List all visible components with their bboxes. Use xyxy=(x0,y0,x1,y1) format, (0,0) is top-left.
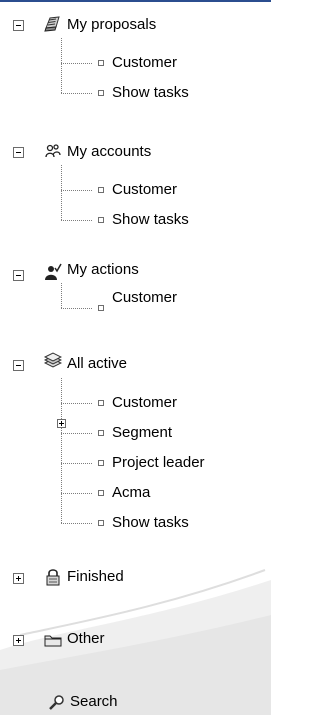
tree-item-show-tasks[interactable]: Show tasks xyxy=(112,513,189,533)
magnifier-icon xyxy=(49,695,64,710)
tree-node-my-proposals: My proposals Customer Show tasks xyxy=(0,8,271,103)
expand-toggle[interactable] xyxy=(13,573,24,584)
expand-toggle[interactable] xyxy=(13,635,24,646)
tree-node-other: Other xyxy=(0,629,271,657)
tree-node-label[interactable]: My actions xyxy=(67,260,139,280)
proposal-icon xyxy=(44,16,60,32)
search-label[interactable]: Search xyxy=(70,692,118,712)
accounts-icon xyxy=(45,144,61,158)
tree-item-show-tasks[interactable]: Show tasks xyxy=(112,210,189,230)
tree-node-label[interactable]: My proposals xyxy=(67,15,156,35)
navigation-tree: My proposals Customer Show tasks My acco… xyxy=(0,0,271,715)
actions-icon xyxy=(45,263,62,280)
tree-node-label[interactable]: Other xyxy=(67,629,105,649)
tree-item-acma[interactable]: Acma xyxy=(112,483,150,503)
tree-item-customer[interactable]: Customer xyxy=(112,180,177,200)
tree-node-all-active: All active Customer Segment Project lead… xyxy=(0,348,271,533)
tree-node-my-actions: My actions Customer xyxy=(0,258,271,318)
tree-node-my-accounts: My accounts Customer Show tasks xyxy=(0,135,271,230)
search-link[interactable]: Search xyxy=(0,692,271,715)
folder-icon xyxy=(44,635,62,647)
collapse-toggle[interactable] xyxy=(13,360,24,371)
lock-icon xyxy=(46,569,60,586)
tree-item-show-tasks[interactable]: Show tasks xyxy=(112,83,189,103)
tree-node-label[interactable]: All active xyxy=(67,354,127,374)
tree-item-customer[interactable]: Customer xyxy=(112,288,177,308)
tree-node-label[interactable]: My accounts xyxy=(67,142,151,162)
books-icon xyxy=(44,352,62,368)
tree-item-segment[interactable]: Segment xyxy=(112,423,172,443)
tree-item-customer[interactable]: Customer xyxy=(112,53,177,73)
tree-node-finished: Finished xyxy=(0,567,271,595)
tree-item-customer[interactable]: Customer xyxy=(112,393,177,413)
expand-toggle[interactable] xyxy=(57,419,66,428)
tree-item-project-leader[interactable]: Project leader xyxy=(112,453,205,473)
collapse-toggle[interactable] xyxy=(13,270,24,281)
tree-node-label[interactable]: Finished xyxy=(67,567,124,587)
collapse-toggle[interactable] xyxy=(13,20,24,31)
collapse-toggle[interactable] xyxy=(13,147,24,158)
